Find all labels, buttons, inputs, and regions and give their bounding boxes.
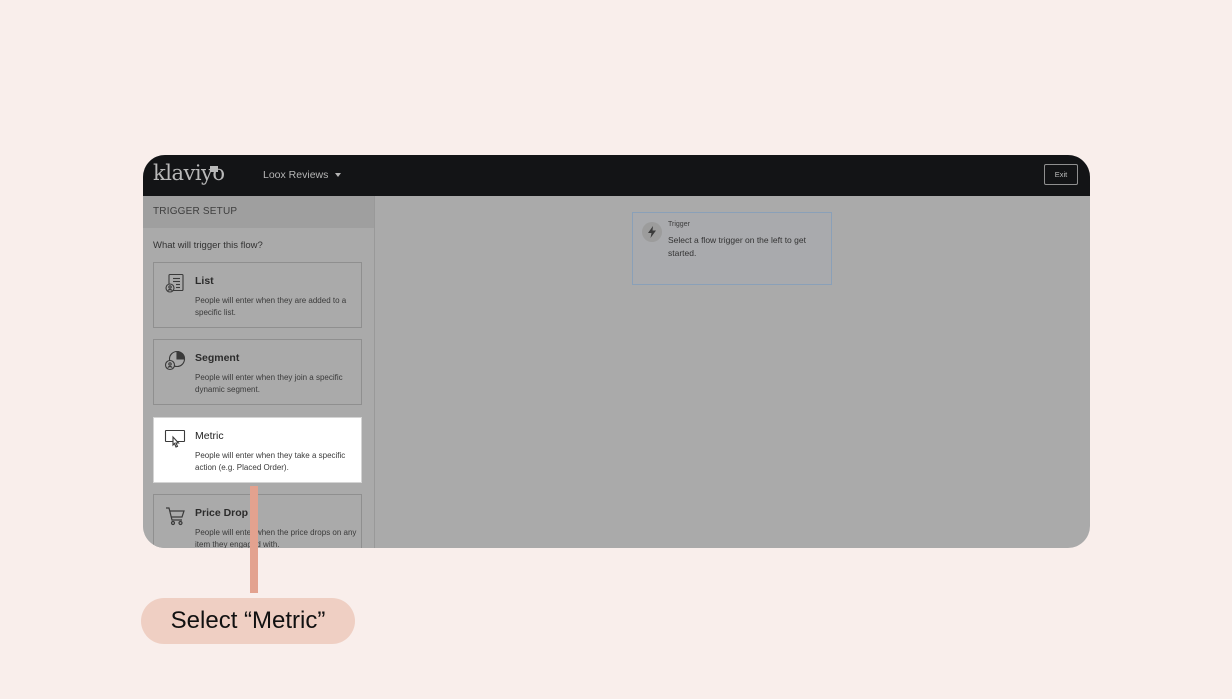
card-description: People will enter when the price drops o…	[195, 528, 357, 548]
app-window: klaviyo Loox Reviews Exit TRIGGER SETUP …	[143, 155, 1090, 548]
trigger-option-list[interactable]: List People will enter when they are add…	[153, 262, 362, 328]
card-description: People will enter when they are added to…	[195, 296, 347, 317]
trigger-option-metric[interactable]: Metric People will enter when they take …	[153, 417, 362, 483]
lightning-icon	[642, 222, 662, 242]
card-title: List	[195, 275, 214, 287]
card-title: Price Drop	[195, 507, 249, 519]
trigger-node[interactable]: Trigger Select a flow trigger on the lef…	[632, 212, 832, 285]
instruction-callout: Select “Metric”	[141, 598, 355, 644]
flow-canvas[interactable]: Trigger Select a flow trigger on the lef…	[375, 196, 1090, 548]
sidebar-header: TRIGGER SETUP	[143, 196, 374, 228]
trigger-setup-sidebar: TRIGGER SETUP What will trigger this flo…	[143, 196, 375, 548]
trigger-option-segment[interactable]: Segment People will enter when they join…	[153, 339, 362, 405]
cart-icon	[164, 505, 186, 527]
card-title: Metric	[195, 430, 224, 442]
segment-pie-icon	[164, 350, 186, 372]
card-description: People will enter when they take a speci…	[195, 451, 346, 472]
callout-pointer-line	[250, 486, 258, 593]
exit-button[interactable]: Exit	[1044, 164, 1078, 185]
card-description: People will enter when they join a speci…	[195, 373, 343, 394]
list-icon	[164, 273, 186, 295]
metric-click-icon	[164, 428, 186, 450]
trigger-instruction: Select a flow trigger on the left to get…	[668, 235, 806, 258]
account-switcher[interactable]: Loox Reviews	[263, 169, 328, 181]
logo-flag-icon	[210, 166, 218, 172]
card-title: Segment	[195, 352, 240, 364]
trigger-question: What will trigger this flow?	[153, 240, 263, 251]
trigger-label: Trigger	[668, 221, 690, 228]
chevron-down-icon[interactable]	[335, 173, 341, 177]
top-bar: klaviyo Loox Reviews Exit	[143, 155, 1090, 196]
klaviyo-logo[interactable]: klaviyo	[153, 161, 225, 185]
